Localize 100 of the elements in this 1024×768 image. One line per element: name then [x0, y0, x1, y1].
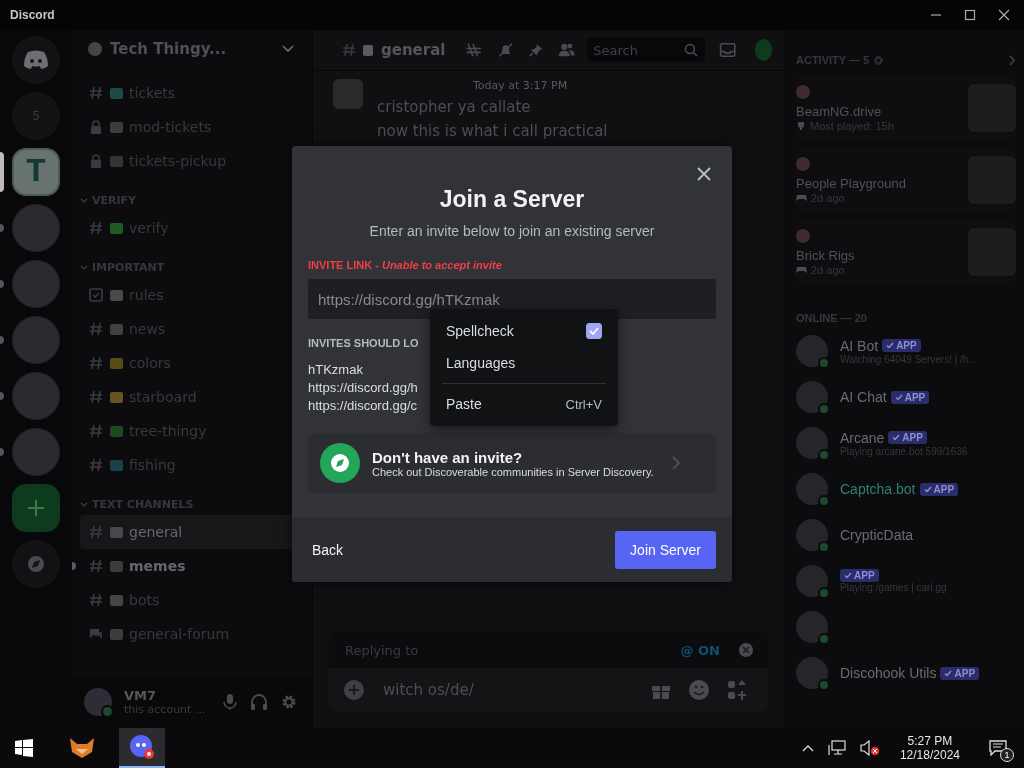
controller-icon — [796, 193, 807, 202]
hashtag-icon — [88, 524, 104, 540]
member-item[interactable]: AI Chat APP — [796, 374, 1016, 420]
server-avatar[interactable] — [12, 260, 60, 308]
server-indicator — [0, 392, 4, 400]
compass-icon — [320, 443, 360, 483]
emoji-icon[interactable] — [688, 679, 710, 701]
dialog-title: Join a Server — [439, 186, 585, 213]
member-item[interactable]: Captcha.bot APP — [796, 466, 1016, 512]
message-input[interactable]: witch os/de/ — [381, 680, 634, 700]
member-name: Arcane — [840, 429, 885, 446]
lock-icon — [88, 153, 104, 169]
user-avatar — [796, 156, 810, 171]
add-server-button[interactable] — [12, 484, 60, 532]
game-name: Brick Rigs — [796, 247, 856, 263]
chevron-down-icon[interactable] — [80, 501, 88, 508]
checkmark-icon — [923, 485, 932, 493]
user-avatar[interactable] — [333, 79, 363, 109]
server-avatar[interactable] — [12, 204, 60, 252]
message-icon — [989, 740, 1007, 756]
app-badge: APP — [940, 666, 980, 680]
message-timestamp: Today at 3:17 PM — [472, 79, 569, 92]
server-discovery-card[interactable]: Don't have an invite? Check out Discoverable communities in Server Discovery. — [308, 433, 716, 493]
server-indicator — [0, 448, 4, 456]
clock-date: 12/18/2024 — [899, 748, 960, 762]
join-server-button[interactable]: Join Server — [615, 530, 716, 569]
checkbox[interactable] — [586, 323, 602, 339]
member-item[interactable]: Discohook Utils APP — [796, 650, 1016, 696]
app-badge: APP — [882, 339, 921, 352]
controller-face-icon — [23, 50, 49, 70]
microphone-icon[interactable] — [222, 693, 238, 711]
server-indicator — [0, 152, 4, 192]
apps-icon[interactable] — [726, 679, 748, 701]
game-name: People Playground — [796, 175, 907, 191]
discover-button[interactable] — [12, 540, 60, 588]
server-indicator — [0, 336, 4, 344]
server-avatar[interactable] — [12, 316, 60, 364]
emoji-icon — [362, 44, 374, 56]
server-name[interactable]: Tech Thingy... — [110, 40, 274, 58]
checkmark-icon — [886, 342, 895, 349]
hashtag-icon — [88, 220, 104, 236]
maximize-icon[interactable] — [964, 9, 976, 21]
checkmark-icon — [844, 572, 852, 579]
hashtag-icon — [88, 592, 104, 608]
search-field[interactable]: Search — [587, 38, 706, 62]
plus-icon — [27, 499, 45, 517]
hashtag-icon — [88, 321, 104, 337]
status-dot — [101, 705, 114, 718]
home-button[interactable] — [12, 36, 60, 84]
inbox-icon[interactable] — [719, 40, 737, 60]
lock-icon — [88, 119, 104, 135]
hashtag-icon — [88, 423, 104, 439]
notification-count: 1 — [1000, 748, 1014, 762]
server-icon[interactable]: T — [12, 148, 60, 196]
server-avatar[interactable] — [12, 372, 60, 420]
chevron-down-icon[interactable] — [80, 264, 88, 271]
notifications-button[interactable]: 1 — [980, 728, 1016, 768]
server-avatar[interactable] — [12, 428, 60, 476]
user-avatar[interactable] — [84, 688, 112, 716]
clock-time: 5:27 PM — [907, 734, 953, 748]
back-button[interactable]: Back — [304, 533, 352, 566]
shortcut-label: Ctrl+V — [565, 396, 602, 412]
chevron-up-icon[interactable] — [801, 744, 814, 752]
search-icon — [684, 43, 699, 57]
checkmark-icon — [892, 434, 901, 441]
chevron-down-icon[interactable] — [282, 45, 294, 53]
close-icon[interactable] — [696, 166, 712, 182]
hashtag-icon — [88, 85, 104, 101]
server-indicator — [0, 224, 4, 232]
window-title: Discord — [10, 8, 55, 22]
muted-speaker-icon[interactable] — [859, 740, 880, 756]
member-name: Discohook Utils — [840, 665, 937, 681]
user-avatar — [796, 84, 810, 99]
checkmark-icon — [588, 325, 600, 337]
message-text: now this is what i call practical — [377, 122, 608, 140]
member-item[interactable]: CrypticData — [796, 512, 1016, 558]
close-icon[interactable] — [998, 9, 1010, 21]
discord-app-icon — [129, 734, 155, 760]
hashtag-icon — [88, 558, 104, 574]
menu-item[interactable]: Languages — [438, 347, 610, 379]
message-composer[interactable]: witch os/de/ — [329, 668, 768, 712]
message-text: cristopher ya callate — [377, 98, 532, 116]
chevron-down-icon[interactable] — [80, 197, 88, 204]
fox-icon — [69, 737, 95, 759]
taskbar-app[interactable] — [119, 728, 165, 768]
example-text: https://discord.gg/h — [308, 379, 418, 397]
headphones-icon[interactable] — [250, 693, 268, 711]
discovery-title: Don't have an invite? — [372, 448, 524, 466]
network-icon[interactable] — [827, 740, 846, 756]
example-text: hTKzmak — [308, 361, 363, 379]
settings-icon[interactable] — [280, 693, 298, 711]
channel-item[interactable]: memes — [80, 549, 304, 583]
windows-start-icon[interactable] — [15, 739, 33, 757]
plus-icon[interactable] — [343, 679, 365, 701]
hashtag-icon — [88, 355, 104, 371]
controller-icon — [796, 265, 807, 274]
mention-toggle[interactable]: @ ON — [680, 642, 720, 658]
menu-item[interactable]: Paste Ctrl+V — [438, 388, 610, 420]
settings-icon[interactable] — [873, 54, 885, 66]
chevron-right-icon[interactable] — [1009, 54, 1016, 66]
